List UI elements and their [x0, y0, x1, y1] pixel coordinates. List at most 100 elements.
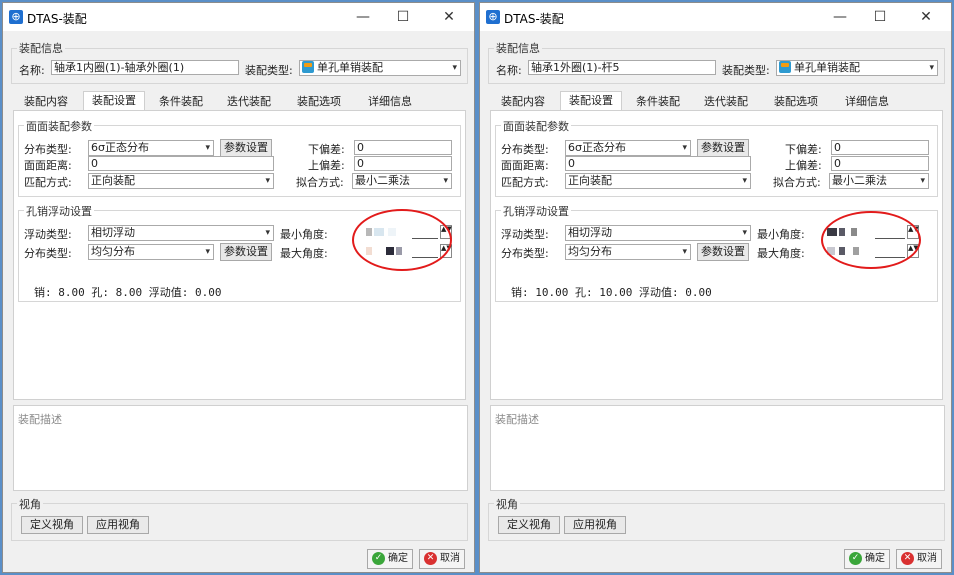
- upper-deviation-label: 上偏差:: [785, 159, 822, 172]
- ok-label: 确定: [865, 553, 885, 564]
- tab-1[interactable]: 装配设置: [560, 91, 622, 112]
- tab-5[interactable]: 详细信息: [359, 93, 421, 111]
- fit-method-select[interactable]: 最小二乘法 ▾: [829, 173, 929, 189]
- assembly-type-icon: [302, 61, 314, 73]
- ok-button[interactable]: ✓ 确定: [844, 549, 890, 569]
- face-distance-label: 面面距离:: [501, 159, 549, 172]
- tab-3[interactable]: 迭代装配: [696, 93, 756, 111]
- pin-dist-type-value: 均匀分布: [568, 245, 612, 258]
- chevron-down-icon: ▾: [443, 176, 448, 186]
- description-area[interactable]: 装配描述: [490, 405, 945, 491]
- name-field[interactable]: 轴承1内圈(1)-轴承外圈(1): [51, 60, 239, 75]
- assembly-type-label: 装配类型:: [722, 64, 770, 77]
- define-view-button[interactable]: 定义视角: [21, 516, 83, 534]
- fit-method-label: 拟合方式:: [296, 176, 344, 189]
- description-area[interactable]: 装配描述: [13, 405, 468, 491]
- match-mode-value: 正向装配: [91, 174, 135, 187]
- ok-label: 确定: [388, 553, 408, 564]
- assembly-type-select[interactable]: 单孔单销装配 ▾: [776, 60, 938, 76]
- tab-0[interactable]: 装配内容: [15, 93, 77, 111]
- chevron-down-icon: ▾: [265, 176, 270, 186]
- cancel-label: 取消: [440, 553, 460, 564]
- chevron-down-icon: ▾: [205, 247, 210, 257]
- upper-deviation-input[interactable]: 0: [831, 156, 929, 171]
- title-bar[interactable]: ⊕ DTAS-装配 — ☐ ✕: [480, 3, 951, 31]
- cancel-button[interactable]: ✕ 取消: [896, 549, 942, 569]
- chevron-down-icon: ▾: [929, 63, 934, 73]
- define-view-button[interactable]: 定义视角: [498, 516, 560, 534]
- pin-param-settings-button[interactable]: 参数设置: [697, 243, 749, 261]
- match-mode-label: 匹配方式:: [501, 176, 549, 189]
- float-type-value: 相切浮动: [91, 226, 135, 239]
- minimize-button[interactable]: —: [348, 7, 378, 27]
- lower-deviation-input[interactable]: 0: [354, 140, 452, 155]
- pin-param-settings-button[interactable]: 参数设置: [220, 243, 272, 261]
- tab-1[interactable]: 装配设置: [83, 91, 145, 112]
- match-mode-select[interactable]: 正向装配 ▾: [88, 173, 274, 189]
- dtas-logo-icon: ⊕: [486, 10, 500, 24]
- fit-method-select[interactable]: 最小二乘法 ▾: [352, 173, 452, 189]
- assembly-dialog-1: ⊕ DTAS-装配 — ☐ ✕ 装配信息 名称: 轴承1内圈(1)-轴承外圈(1…: [2, 2, 475, 573]
- description-placeholder: 装配描述: [495, 413, 539, 426]
- annotation-circle: [821, 211, 921, 269]
- float-type-label: 浮动类型:: [501, 228, 549, 241]
- assembly-type-label: 装配类型:: [245, 64, 293, 77]
- chevron-down-icon: ▾: [742, 228, 747, 238]
- name-field[interactable]: 轴承1外圈(1)-杆5: [528, 60, 716, 75]
- dist-type-select[interactable]: 6σ正态分布 ▾: [565, 140, 691, 156]
- upper-deviation-input[interactable]: 0: [354, 156, 452, 171]
- assembly-type-value: 单孔单销装配: [317, 61, 383, 74]
- apply-view-button[interactable]: 应用视角: [87, 516, 149, 534]
- dist-type-select[interactable]: 6σ正态分布 ▾: [88, 140, 214, 156]
- tab-2[interactable]: 条件装配: [628, 93, 688, 111]
- match-mode-select[interactable]: 正向装配 ▾: [565, 173, 751, 189]
- pin-dist-type-select[interactable]: 均匀分布 ▾: [565, 244, 691, 260]
- pin-float-label: 孔销浮动设置: [24, 203, 94, 219]
- min-angle-label: 最小角度:: [280, 228, 328, 241]
- check-icon: ✓: [849, 552, 862, 565]
- chevron-down-icon: ▾: [742, 176, 747, 186]
- cancel-button[interactable]: ✕ 取消: [419, 549, 465, 569]
- face-distance-input[interactable]: 0: [88, 156, 274, 171]
- assembly-type-select[interactable]: 单孔单销装配 ▾: [299, 60, 461, 76]
- surface-assembly-label: 面面装配参数: [501, 118, 571, 134]
- maximize-button[interactable]: ☐: [865, 7, 895, 27]
- title-bar[interactable]: ⊕ DTAS-装配 — ☐ ✕: [3, 3, 474, 31]
- close-button[interactable]: ✕: [434, 7, 464, 27]
- apply-view-button[interactable]: 应用视角: [564, 516, 626, 534]
- tab-0[interactable]: 装配内容: [492, 93, 554, 111]
- pin-dist-type-value: 均匀分布: [91, 245, 135, 258]
- window-title: DTAS-装配: [27, 12, 87, 26]
- maximize-button[interactable]: ☐: [388, 7, 418, 27]
- param-settings-button[interactable]: 参数设置: [220, 139, 272, 157]
- face-distance-input[interactable]: 0: [565, 156, 751, 171]
- tab-5[interactable]: 详细信息: [836, 93, 898, 111]
- close-circle-icon: ✕: [424, 552, 437, 565]
- lower-deviation-label: 下偏差:: [308, 143, 345, 156]
- param-settings-button[interactable]: 参数设置: [697, 139, 749, 157]
- chevron-down-icon: ▾: [265, 228, 270, 238]
- float-type-select[interactable]: 相切浮动 ▾: [565, 225, 751, 241]
- view-group-label: 视角: [17, 496, 43, 512]
- dist-type-label: 分布类型:: [501, 143, 549, 156]
- lower-deviation-input[interactable]: 0: [831, 140, 929, 155]
- tab-4[interactable]: 装配选项: [764, 93, 828, 111]
- tab-2[interactable]: 条件装配: [151, 93, 211, 111]
- pin-float-label: 孔销浮动设置: [501, 203, 571, 219]
- match-mode-label: 匹配方式:: [24, 176, 72, 189]
- chevron-down-icon: ▾: [682, 247, 687, 257]
- max-angle-label: 最大角度:: [280, 247, 328, 260]
- close-circle-icon: ✕: [901, 552, 914, 565]
- pin-dist-type-select[interactable]: 均匀分布 ▾: [88, 244, 214, 260]
- close-button[interactable]: ✕: [911, 7, 941, 27]
- ok-button[interactable]: ✓ 确定: [367, 549, 413, 569]
- fit-method-value: 最小二乘法: [355, 174, 410, 187]
- check-icon: ✓: [372, 552, 385, 565]
- surface-assembly-label: 面面装配参数: [24, 118, 94, 134]
- float-type-select[interactable]: 相切浮动 ▾: [88, 225, 274, 241]
- max-angle-label: 最大角度:: [757, 247, 805, 260]
- assembly-info-label: 装配信息: [494, 40, 542, 56]
- tab-4[interactable]: 装配选项: [287, 93, 351, 111]
- tab-3[interactable]: 迭代装配: [219, 93, 279, 111]
- minimize-button[interactable]: —: [825, 7, 855, 27]
